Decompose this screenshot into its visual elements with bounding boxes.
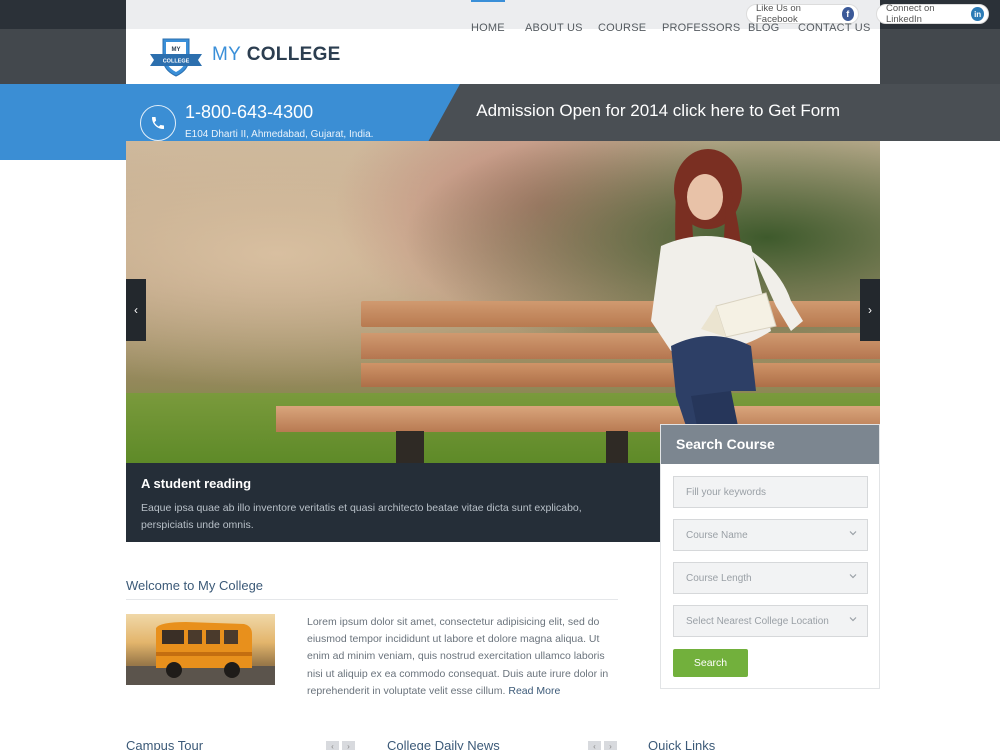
chevron-down-icon <box>849 574 857 579</box>
hero-slide-image <box>126 141 880 463</box>
nav-course[interactable]: COURSE <box>598 0 646 55</box>
student-figure <box>651 149 803 446</box>
nav-home[interactable]: HOME <box>471 0 505 55</box>
search-course-panel: Search Course Fill your keywords Course … <box>660 424 880 689</box>
campus-next-button[interactable]: › <box>342 741 355 750</box>
daily-news-arrows: ‹ › <box>588 741 617 750</box>
bench-leg <box>396 431 424 463</box>
course-length-value: Course Length <box>686 572 752 584</box>
chevron-down-icon <box>849 617 857 622</box>
logo-word-college: COLLEGE <box>246 44 341 65</box>
bus-illustration <box>126 622 275 685</box>
linkedin-label: Connect on LinkedIn <box>886 3 935 25</box>
badge-ribbon-text: COLLEGE <box>163 59 190 65</box>
bus-image <box>126 614 275 685</box>
news-next-button[interactable]: › <box>604 741 617 750</box>
nav-contact-us[interactable]: CONTACT US <box>798 0 871 55</box>
location-value: Select Nearest College Location <box>686 615 829 627</box>
course-name-select[interactable]: Course Name <box>673 519 868 551</box>
welcome-title: Welcome to My College <box>126 578 264 593</box>
slider-next-button[interactable]: › <box>860 279 880 341</box>
address-text: E104 Dharti II, Ahmedabad, Gujarat, Indi… <box>185 129 374 140</box>
chevron-down-icon <box>849 531 857 536</box>
nav-blog[interactable]: BLOG <box>748 0 779 55</box>
search-button[interactable]: Search <box>673 649 748 677</box>
course-length-select[interactable]: Course Length <box>673 562 868 594</box>
slider-prev-button[interactable]: ‹ <box>126 279 146 341</box>
slide-caption: A student reading Eaque ipsa quae ab ill… <box>126 463 660 542</box>
nav-professors[interactable]: PROFESSORS <box>662 0 740 55</box>
search-panel-title: Search Course <box>661 425 879 464</box>
keywords-placeholder: Fill your keywords <box>686 486 767 498</box>
caption-text: Eaque ipsa quae ab illo inventore verita… <box>141 502 582 531</box>
news-prev-button[interactable]: ‹ <box>588 741 601 750</box>
read-more-link[interactable]: Read More <box>508 685 560 697</box>
college-badge-logo[interactable]: MY COLLEGE <box>148 36 204 78</box>
location-select[interactable]: Select Nearest College Location <box>673 605 868 637</box>
caption-title: A student reading <box>141 476 252 491</box>
keywords-input[interactable]: Fill your keywords <box>673 476 868 508</box>
welcome-body: Lorem ipsum dolor sit amet, consectetur … <box>307 614 619 700</box>
divider <box>126 599 618 600</box>
campus-tour-title: Campus Tour <box>126 738 204 750</box>
course-name-value: Course Name <box>686 529 748 541</box>
daily-news-title: College Daily News <box>387 738 500 750</box>
phone-number[interactable]: 1-800-643-4300 <box>185 102 313 123</box>
admission-link[interactable]: Admission Open for 2014 click here to Ge… <box>470 101 870 121</box>
site-logo-text[interactable]: MY COLLEGE <box>212 44 341 66</box>
welcome-body-text: Lorem ipsum dolor sit amet, consectetur … <box>307 616 609 697</box>
quick-links-title: Quick Links <box>648 738 716 750</box>
campus-tour-arrows: ‹ › <box>326 741 355 750</box>
linkedin-icon: in <box>971 7 984 21</box>
nav-about-us[interactable]: ABOUT US <box>525 0 583 55</box>
badge-top-text: MY <box>172 47 181 53</box>
linkedin-button[interactable]: Connect on LinkedIn in <box>876 3 989 25</box>
campus-prev-button[interactable]: ‹ <box>326 741 339 750</box>
phone-icon <box>140 105 176 141</box>
logo-word-my: MY <box>212 44 242 65</box>
